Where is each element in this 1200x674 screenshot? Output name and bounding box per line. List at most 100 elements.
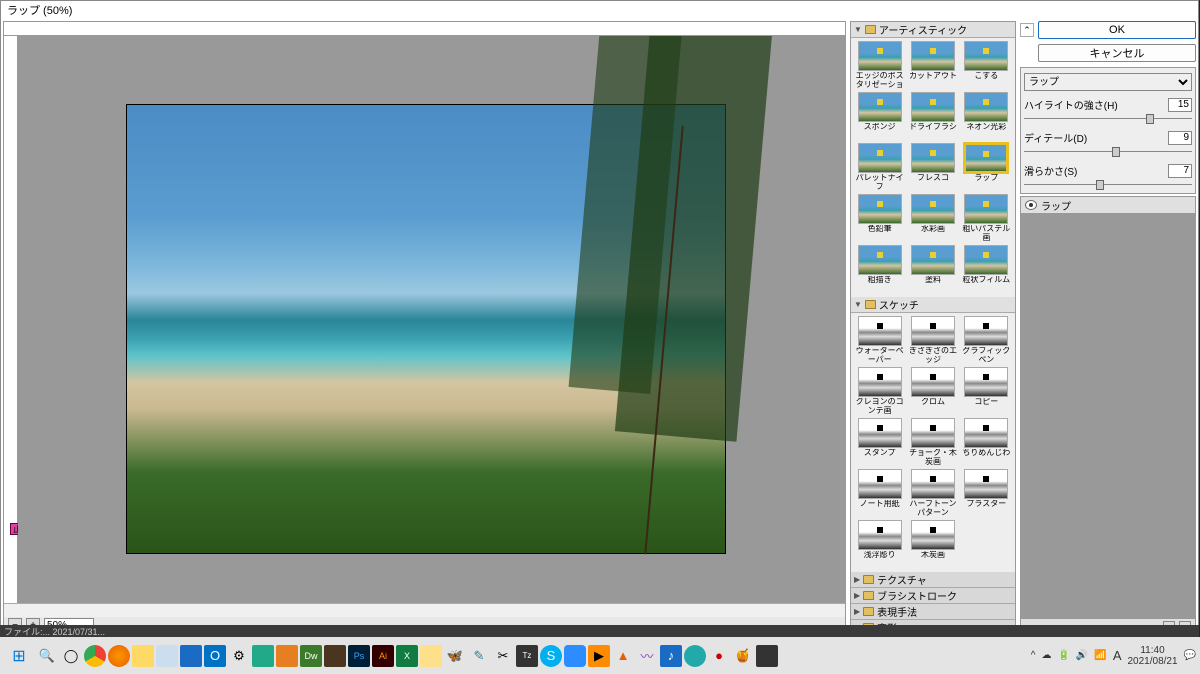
category-header[interactable]: ▼アーティスティック xyxy=(851,22,1015,38)
app-icon-9[interactable]: 🍯 xyxy=(732,645,754,667)
tray-chevron-icon[interactable]: ^ xyxy=(1031,650,1036,661)
thumbnail-image xyxy=(911,92,955,122)
filter-thumbnail[interactable]: スタンプ xyxy=(854,418,905,467)
notifications-icon[interactable]: 💬 xyxy=(1184,650,1196,661)
globe-icon[interactable] xyxy=(684,645,706,667)
app-icon-5[interactable]: ✎ xyxy=(468,645,490,667)
app-icon-3[interactable] xyxy=(324,645,346,667)
scrollbar-horizontal[interactable] xyxy=(4,603,845,617)
effect-layer-row[interactable]: ラップ xyxy=(1021,197,1195,213)
preview-mid: 止 xyxy=(4,36,845,603)
firefox-icon[interactable] xyxy=(108,645,130,667)
filter-thumbnail[interactable]: カットアウト xyxy=(907,41,958,90)
filter-select[interactable]: ラップ xyxy=(1024,73,1192,91)
cancel-button[interactable]: キャンセル xyxy=(1038,44,1196,62)
filter-thumbnail[interactable]: 粗描き xyxy=(854,245,905,294)
thumbnail-label: クレヨンのコンテ画 xyxy=(854,398,905,416)
media-icon[interactable]: ▶ xyxy=(588,645,610,667)
slider-thumb[interactable] xyxy=(1112,147,1120,157)
slider-value-input[interactable] xyxy=(1168,131,1192,145)
tray-battery-icon[interactable]: 🔋 xyxy=(1057,650,1069,661)
filter-thumbnail[interactable]: コピー xyxy=(961,367,1012,416)
filter-thumbnail[interactable]: プラスター xyxy=(961,469,1012,518)
filter-thumbnail[interactable]: フレスコ xyxy=(907,143,958,192)
filter-thumbnail[interactable]: 粒状フィルム xyxy=(961,245,1012,294)
filter-thumbnail[interactable]: クロム xyxy=(907,367,958,416)
start-button[interactable]: ⊞ xyxy=(4,645,34,667)
filter-thumbnail[interactable]: 木炭画 xyxy=(907,520,958,569)
illustrator-icon[interactable]: Ai xyxy=(372,645,394,667)
category-header[interactable]: ▼スケッチ xyxy=(851,297,1015,313)
dreamweaver-icon[interactable]: Dw xyxy=(300,645,322,667)
record-icon[interactable]: ● xyxy=(708,645,730,667)
tray-volume-icon[interactable]: 🔊 xyxy=(1076,650,1088,661)
filter-thumbnail[interactable]: 浅浮彫り xyxy=(854,520,905,569)
collapse-gallery-button[interactable]: ⌃ xyxy=(1020,23,1034,37)
slider-track[interactable] xyxy=(1024,180,1192,190)
filter-thumbnail[interactable]: こする xyxy=(961,41,1012,90)
filter-thumbnail[interactable]: パレットナイフ xyxy=(854,143,905,192)
excel-icon[interactable]: X xyxy=(396,645,418,667)
app-icon-8[interactable]: 〰 xyxy=(636,645,658,667)
slider-thumb[interactable] xyxy=(1146,114,1154,124)
filter-thumbnail[interactable]: ハーフトーンパターン xyxy=(907,469,958,518)
canvas-area[interactable] xyxy=(18,36,845,603)
app-icon-7[interactable]: Tz xyxy=(516,645,538,667)
slider-value-input[interactable] xyxy=(1168,164,1192,178)
clock[interactable]: 11:40 2021/08/21 xyxy=(1127,645,1177,667)
settings-icon[interactable]: ⚙ xyxy=(228,645,250,667)
thumbnail-image xyxy=(964,92,1008,122)
filter-thumbnail[interactable]: ノート用紙 xyxy=(854,469,905,518)
filter-thumbnail[interactable]: チョーク・木炭画 xyxy=(907,418,958,467)
ime-indicator[interactable]: A xyxy=(1113,648,1122,663)
visibility-icon[interactable] xyxy=(1025,200,1037,210)
thumbnail-label: 粗描き xyxy=(868,276,892,294)
ok-button[interactable]: OK xyxy=(1038,21,1196,39)
search-button[interactable]: 🔍 xyxy=(36,645,58,667)
filter-thumbnail[interactable]: 水彩画 xyxy=(907,194,958,243)
filter-thumbnail[interactable]: スポンジ xyxy=(854,92,905,141)
filter-thumbnail[interactable]: エッジのポスタリゼーション xyxy=(854,41,905,90)
slider-track[interactable] xyxy=(1024,114,1192,124)
filter-controls: ラップ ハイライトの強さ(H) ディテール(D) 滑らかさ(S) xyxy=(1020,67,1196,194)
thumbnail-image xyxy=(964,143,1008,173)
notepad-icon[interactable] xyxy=(156,645,178,667)
slider-thumb[interactable] xyxy=(1096,180,1104,190)
butterfly-icon[interactable]: 🦋 xyxy=(444,645,466,667)
app-icon-2[interactable] xyxy=(276,645,298,667)
vlc-icon[interactable]: ▲ xyxy=(612,645,634,667)
photoshop-icon[interactable]: Ps xyxy=(348,645,370,667)
chrome-icon[interactable] xyxy=(84,645,106,667)
skype-icon[interactable]: S xyxy=(540,645,562,667)
thumbnail-image xyxy=(964,41,1008,71)
filter-thumbnail[interactable]: ドライブラシ xyxy=(907,92,958,141)
explorer-icon[interactable] xyxy=(132,645,154,667)
app-icon-1[interactable] xyxy=(252,645,274,667)
filter-thumbnail[interactable]: 色鉛筆 xyxy=(854,194,905,243)
category-header[interactable]: ▶ブラシストローク xyxy=(851,588,1015,604)
tray-wifi-icon[interactable]: 📶 xyxy=(1094,650,1106,661)
filter-thumbnail[interactable]: ネオン光彩 xyxy=(961,92,1012,141)
category-header[interactable]: ▶表現手法 xyxy=(851,604,1015,620)
app-icon-6[interactable]: ✂ xyxy=(492,645,514,667)
filter-thumbnail[interactable]: ウォーターペーパー xyxy=(854,316,905,365)
music-icon[interactable]: ♪ xyxy=(660,645,682,667)
app-icon-4[interactable] xyxy=(420,645,442,667)
slider-track[interactable] xyxy=(1024,147,1192,157)
effect-layers-body xyxy=(1021,213,1195,619)
filter-thumbnail[interactable]: グラフィックペン xyxy=(961,316,1012,365)
filter-thumbnail[interactable]: ラップ xyxy=(961,143,1012,192)
zoom-icon[interactable] xyxy=(564,645,586,667)
filter-thumbnail[interactable]: 粗いパステル画 xyxy=(961,194,1012,243)
filter-thumbnail[interactable]: 塗料 xyxy=(907,245,958,294)
filter-thumbnail[interactable]: ちりめんじわ xyxy=(961,418,1012,467)
filter-thumbnail[interactable]: クレヨンのコンテ画 xyxy=(854,367,905,416)
photos-icon[interactable] xyxy=(180,645,202,667)
category-header[interactable]: ▶テクスチャ xyxy=(851,572,1015,588)
app-icon-10[interactable] xyxy=(756,645,778,667)
cortana-button[interactable]: ◯ xyxy=(60,645,82,667)
slider-value-input[interactable] xyxy=(1168,98,1192,112)
filter-thumbnail[interactable]: ぎざぎざのエッジ xyxy=(907,316,958,365)
outlook-icon[interactable]: O xyxy=(204,645,226,667)
tray-cloud-icon[interactable]: ☁ xyxy=(1041,650,1051,661)
